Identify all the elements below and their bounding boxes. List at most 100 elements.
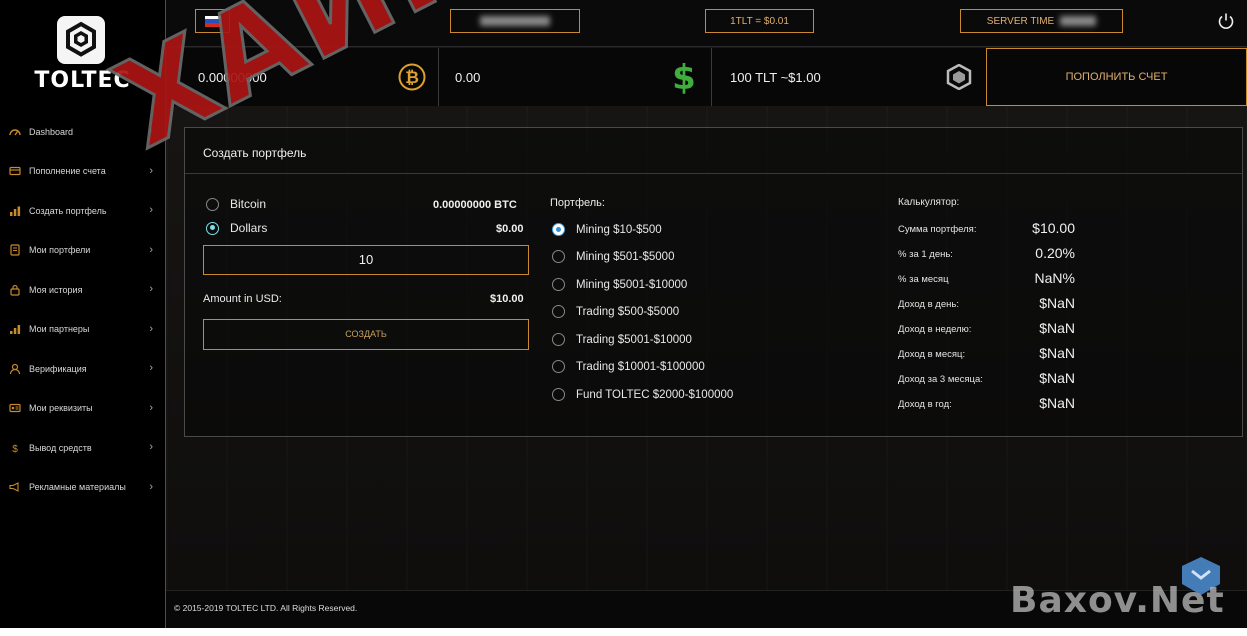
sidebar-item-promo[interactable]: Рекламные материалы › xyxy=(0,468,165,508)
calc-label: Сумма портфеля: xyxy=(898,224,977,235)
radio-button[interactable] xyxy=(552,360,565,373)
deposit-button[interactable]: ПОПОЛНИТЬ СЧЕТ xyxy=(986,48,1247,106)
sidebar-item-label: Верификация xyxy=(29,363,87,374)
portfolio-option[interactable]: Fund TOLTEC $2000-$100000 xyxy=(552,388,733,401)
calc-value: $NaN xyxy=(1039,295,1075,311)
radio-button-selected[interactable] xyxy=(206,221,219,235)
radio-label: Trading $10001-$100000 xyxy=(576,360,705,373)
sidebar-item-label: Мои партнеры xyxy=(29,324,90,335)
watermark-text: Baxov.Net xyxy=(1010,580,1225,621)
radio-label: Fund TOLTEC $2000-$100000 xyxy=(576,388,734,401)
btc-available: 0.00000000 BTC xyxy=(433,199,517,211)
portfolio-option[interactable]: Mining $10-$500 xyxy=(552,223,662,236)
portfolio-option[interactable]: Trading $500-$5000 xyxy=(552,305,679,318)
calc-value: $NaN xyxy=(1039,320,1075,336)
tlt-balance: 100 TLT ~$1.00 xyxy=(730,69,821,85)
currency-radio-bitcoin[interactable]: Bitcoin xyxy=(206,197,266,211)
app-window: TOLTEC Dashboard › Пополнение счета › Со… xyxy=(0,0,1247,628)
bitcoin-icon: ₿ xyxy=(398,63,426,91)
amount-value: $10.00 xyxy=(490,293,524,305)
token-rate: 1TLT = $0.01 xyxy=(705,9,814,33)
sidebar-item-requisites[interactable]: Мои реквизиты › xyxy=(0,389,165,429)
sidebar-item-label: Dashboard xyxy=(29,126,74,137)
blurred-username xyxy=(480,16,550,26)
sidebar-item-history[interactable]: Моя история › xyxy=(0,270,165,310)
megaphone-icon xyxy=(9,481,21,493)
calc-label: % за месяц xyxy=(898,274,949,285)
main-content: 1TLT = $0.01 SERVER TIME 0.00000000 ₿ 0.… xyxy=(166,0,1247,628)
chevron-right-icon: › xyxy=(149,322,153,335)
usd-balance: 0.00 xyxy=(455,69,481,85)
chart-icon xyxy=(9,205,21,217)
amount-label: Amount in USD: xyxy=(203,293,282,305)
radio-button[interactable] xyxy=(552,305,565,318)
portfolio-option[interactable]: Trading $10001-$100000 xyxy=(552,360,705,373)
chevron-right-icon: › xyxy=(149,243,153,256)
calc-label: Доход в неделю: xyxy=(898,324,972,335)
sidebar-nav: Dashboard › Пополнение счета › Создать п… xyxy=(0,112,165,507)
radio-button[interactable] xyxy=(552,278,565,291)
currency-radio-dollars[interactable]: Dollars xyxy=(206,221,267,235)
dollar-icon: $ xyxy=(672,60,696,94)
calc-value: $NaN xyxy=(1039,395,1075,411)
tlt-balance-card: 100 TLT ~$1.00 xyxy=(712,48,986,106)
portfolio-label: Портфель: xyxy=(550,197,605,209)
radio-label: Mining $10-$500 xyxy=(576,223,662,236)
calc-label: Доход в день: xyxy=(898,299,959,310)
radio-button-selected[interactable] xyxy=(552,223,565,236)
chevron-right-icon: › xyxy=(149,204,153,216)
chevron-right-icon: › xyxy=(149,362,153,374)
calc-label: Доход в месяц: xyxy=(898,349,966,360)
sidebar-item-my-portfolios[interactable]: Мои портфели › xyxy=(0,231,165,271)
bars-icon xyxy=(9,323,21,335)
radio-button[interactable] xyxy=(206,197,219,211)
sidebar-item-partners[interactable]: Мои партнеры › xyxy=(0,310,165,350)
usd-balance-card: 0.00 $ xyxy=(439,48,712,106)
create-portfolio-panel: Создать портфель Bitcoin 0.00000000 BTC … xyxy=(184,127,1243,437)
calc-value: 0.20% xyxy=(1035,245,1075,261)
usd-available: $0.00 xyxy=(496,223,524,235)
radio-button[interactable] xyxy=(552,250,565,263)
sidebar-item-verification[interactable]: Верификация › xyxy=(0,349,165,389)
radio-button[interactable] xyxy=(552,388,565,401)
radio-label: Trading $500-$5000 xyxy=(576,305,680,318)
portfolio-option[interactable]: Mining $5001-$10000 xyxy=(552,278,687,291)
chevron-right-icon: › xyxy=(149,164,153,177)
sidebar-item-withdraw[interactable]: $ Вывод средств › xyxy=(0,428,165,468)
sidebar-item-deposit[interactable]: Пополнение счета › xyxy=(0,152,165,192)
portfolio-option[interactable]: Mining $501-$5000 xyxy=(552,250,674,263)
calc-label: % за 1 день: xyxy=(898,249,953,260)
id-card-icon xyxy=(9,402,21,414)
calc-value: NaN% xyxy=(1034,270,1075,286)
sidebar-item-label: Мои портфели xyxy=(29,245,91,256)
sidebar-item-label: Создать портфель xyxy=(29,205,107,216)
lock-icon xyxy=(9,284,21,296)
amount-input[interactable]: 10 xyxy=(203,245,529,275)
calc-value: $NaN xyxy=(1039,345,1075,361)
radio-button[interactable] xyxy=(552,333,565,346)
create-button[interactable]: СОЗДАТЬ xyxy=(203,319,529,350)
chevron-right-icon: › xyxy=(149,480,153,493)
sidebar-item-label: Рекламные материалы xyxy=(29,482,126,493)
calc-label: Доход в год: xyxy=(898,399,952,410)
wallet-icon xyxy=(9,244,21,256)
toltec-coin-icon xyxy=(946,64,972,90)
radio-label: Dollars xyxy=(230,221,268,235)
power-icon[interactable] xyxy=(1216,11,1236,31)
svg-text:₿: ₿ xyxy=(405,68,419,88)
portfolio-option[interactable]: Trading $5001-$10000 xyxy=(552,333,692,346)
server-time-label: SERVER TIME xyxy=(986,15,1055,27)
dashboard-icon xyxy=(9,126,21,138)
calc-value: $NaN xyxy=(1039,370,1075,386)
radio-label: Mining $5001-$10000 xyxy=(576,278,688,291)
user-icon xyxy=(9,363,21,375)
radio-label: Bitcoin xyxy=(230,197,267,211)
chevron-right-icon: › xyxy=(149,283,153,295)
sidebar-item-create-portfolio[interactable]: Создать портфель › xyxy=(0,191,165,231)
dollar-icon: $ xyxy=(9,442,21,454)
copyright-text: © 2015-2019 TOLTEC LTD. All Rights Reser… xyxy=(174,603,358,613)
calculator-title: Калькулятор: xyxy=(898,197,960,208)
radio-label: Trading $5001-$10000 xyxy=(576,333,692,346)
panel-header: Создать портфель xyxy=(185,128,1242,174)
server-time-box: SERVER TIME xyxy=(960,9,1123,33)
